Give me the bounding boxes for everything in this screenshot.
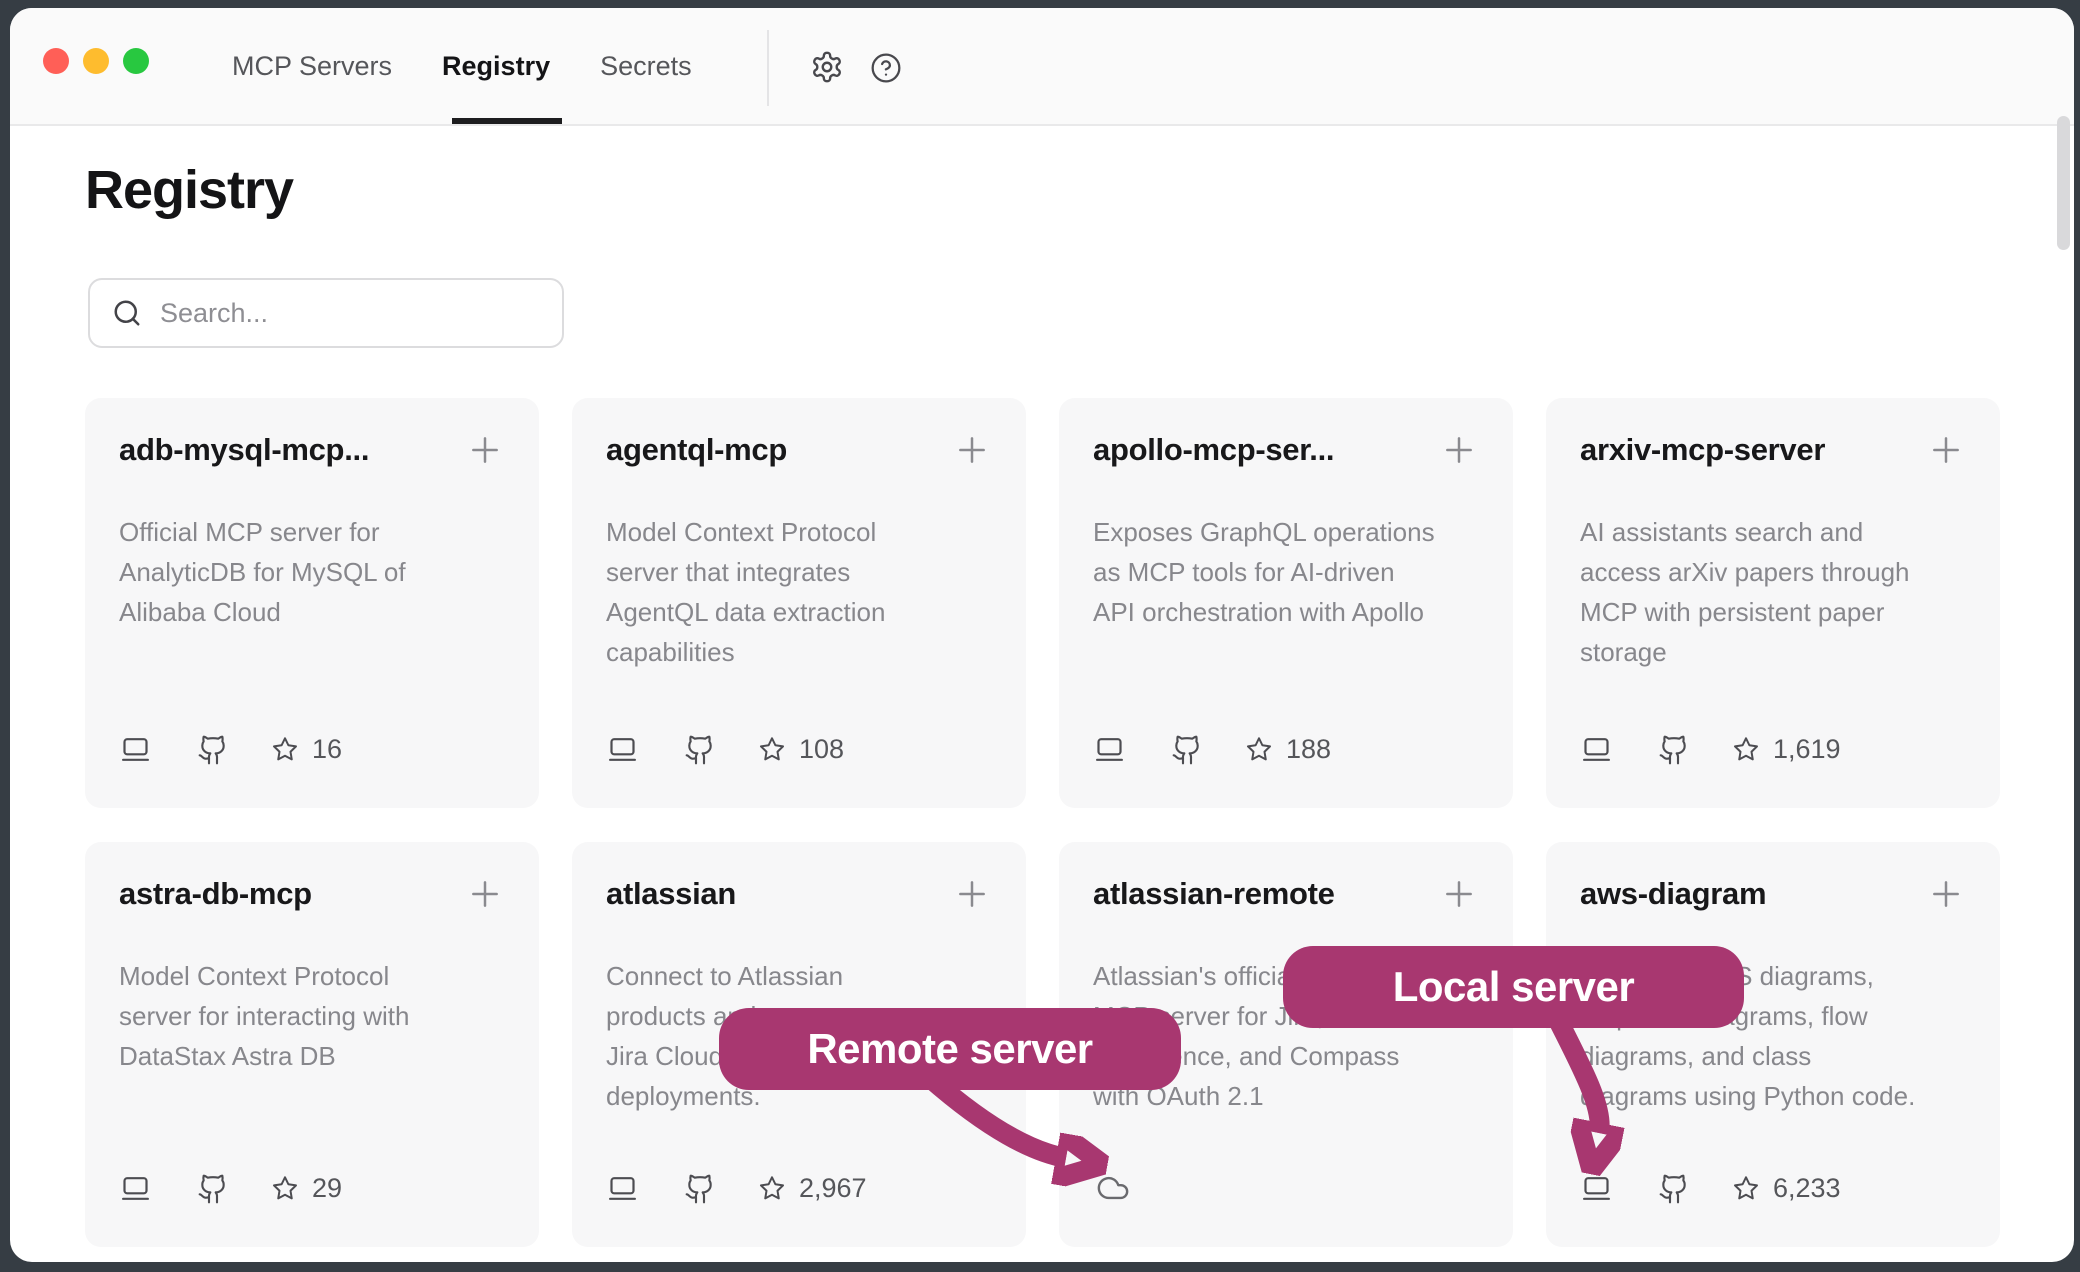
- toolbar-divider: [767, 30, 769, 106]
- add-server-button[interactable]: [1926, 430, 1966, 470]
- server-card-arxiv-mcp-server[interactable]: arxiv-mcp-server AI assistants search an…: [1546, 398, 2000, 808]
- github-icon[interactable]: [684, 1173, 716, 1205]
- app-window: MCP Servers Registry Secrets Registry ad…: [10, 8, 2074, 1262]
- star-count: 6,233: [1773, 1173, 1841, 1204]
- server-card-footer: 16: [119, 733, 505, 766]
- star-icon: [270, 1174, 300, 1204]
- server-name: atlassian-remote: [1093, 876, 1335, 912]
- add-server-button[interactable]: [952, 430, 992, 470]
- github-icon[interactable]: [1171, 734, 1203, 766]
- github-icon[interactable]: [197, 734, 229, 766]
- github-icon[interactable]: [1658, 1173, 1690, 1205]
- main-tabs: MCP Servers Registry Secrets: [232, 8, 692, 124]
- plus-icon: [1926, 430, 1966, 470]
- server-card-footer: 2,967: [606, 1172, 992, 1205]
- github-icon[interactable]: [1658, 734, 1690, 766]
- zoom-window-button[interactable]: [123, 48, 149, 74]
- star-count: 29: [312, 1173, 342, 1204]
- star-count: 2,967: [799, 1173, 867, 1204]
- star-icon: [1244, 735, 1274, 765]
- search-box[interactable]: [88, 278, 564, 348]
- remote-server-callout: Remote server: [719, 1008, 1181, 1090]
- server-card-footer: 29: [119, 1172, 505, 1205]
- add-server-button[interactable]: [465, 430, 505, 470]
- star-count: 108: [799, 734, 844, 765]
- star-count: 16: [312, 734, 342, 765]
- server-description: Exposes GraphQL operations as MCP tools …: [1093, 512, 1479, 632]
- server-description: AI assistants search and access arXiv pa…: [1580, 512, 1966, 672]
- plus-icon: [952, 430, 992, 470]
- server-card-apollo-mcp-server[interactable]: apollo-mcp-ser... Exposes GraphQL operat…: [1059, 398, 1513, 808]
- server-name: aws-diagram: [1580, 876, 1766, 912]
- server-name: atlassian: [606, 876, 736, 912]
- help-circle-icon: [870, 52, 902, 84]
- add-server-button[interactable]: [952, 874, 992, 914]
- plus-icon: [1439, 874, 1479, 914]
- add-server-button[interactable]: [1926, 874, 1966, 914]
- search-input[interactable]: [158, 297, 548, 330]
- cloud-icon: [1093, 1171, 1133, 1205]
- plus-icon: [465, 874, 505, 914]
- server-name: adb-mysql-mcp...: [119, 432, 369, 468]
- server-card-footer: 1,619: [1580, 733, 1966, 766]
- star-icon: [1731, 1174, 1761, 1204]
- plus-icon: [465, 430, 505, 470]
- titlebar: MCP Servers Registry Secrets: [10, 8, 2074, 126]
- plus-icon: [1926, 874, 1966, 914]
- server-description: Model Context Protocol server that integ…: [606, 512, 992, 672]
- vertical-scrollbar-thumb[interactable]: [2057, 116, 2070, 250]
- server-name: arxiv-mcp-server: [1580, 432, 1825, 468]
- star-count: 188: [1286, 734, 1331, 765]
- close-window-button[interactable]: [43, 48, 69, 74]
- star-icon: [1731, 735, 1761, 765]
- server-card-footer: [1093, 1171, 1479, 1205]
- server-card-footer: 188: [1093, 733, 1479, 766]
- help-button[interactable]: [870, 52, 902, 84]
- laptop-icon: [606, 1172, 639, 1205]
- laptop-icon: [1580, 1172, 1613, 1205]
- traffic-lights: [43, 48, 149, 74]
- server-card-aws-diagram[interactable]: aws-diagram Generate AWS diagrams, seque…: [1546, 842, 2000, 1247]
- laptop-icon: [119, 1172, 152, 1205]
- page-title: Registry: [85, 154, 293, 226]
- server-card-astra-db-mcp[interactable]: astra-db-mcp Model Context Protocol serv…: [85, 842, 539, 1247]
- server-card-agentql-mcp[interactable]: agentql-mcp Model Context Protocol serve…: [572, 398, 1026, 808]
- plus-icon: [952, 874, 992, 914]
- laptop-icon: [1093, 733, 1126, 766]
- star-icon: [757, 735, 787, 765]
- server-card-footer: 6,233: [1580, 1172, 1966, 1205]
- gear-icon: [810, 50, 844, 84]
- add-server-button[interactable]: [465, 874, 505, 914]
- star-icon: [270, 735, 300, 765]
- star-icon: [757, 1174, 787, 1204]
- laptop-icon: [606, 733, 639, 766]
- add-server-button[interactable]: [1439, 874, 1479, 914]
- server-description: Official MCP server for AnalyticDB for M…: [119, 512, 505, 632]
- tab-mcp-servers[interactable]: MCP Servers: [232, 51, 392, 82]
- plus-icon: [1439, 430, 1479, 470]
- settings-button[interactable]: [810, 50, 844, 84]
- server-card-adb-mysql-mcp[interactable]: adb-mysql-mcp... Official MCP server for…: [85, 398, 539, 808]
- laptop-icon: [119, 733, 152, 766]
- server-name: agentql-mcp: [606, 432, 787, 468]
- server-card-footer: 108: [606, 733, 992, 766]
- server-name: apollo-mcp-ser...: [1093, 432, 1334, 468]
- tab-secrets[interactable]: Secrets: [600, 51, 692, 82]
- star-count: 1,619: [1773, 734, 1841, 765]
- registry-card-grid: adb-mysql-mcp... Official MCP server for…: [85, 398, 2000, 1247]
- local-server-callout: Local server: [1283, 946, 1744, 1028]
- server-description: Model Context Protocol server for intera…: [119, 956, 505, 1076]
- tab-registry[interactable]: Registry: [442, 51, 550, 82]
- active-tab-indicator: [452, 118, 562, 124]
- search-icon: [112, 298, 142, 328]
- laptop-icon: [1580, 733, 1613, 766]
- github-icon[interactable]: [684, 734, 716, 766]
- add-server-button[interactable]: [1439, 430, 1479, 470]
- github-icon[interactable]: [197, 1173, 229, 1205]
- server-name: astra-db-mcp: [119, 876, 312, 912]
- minimize-window-button[interactable]: [83, 48, 109, 74]
